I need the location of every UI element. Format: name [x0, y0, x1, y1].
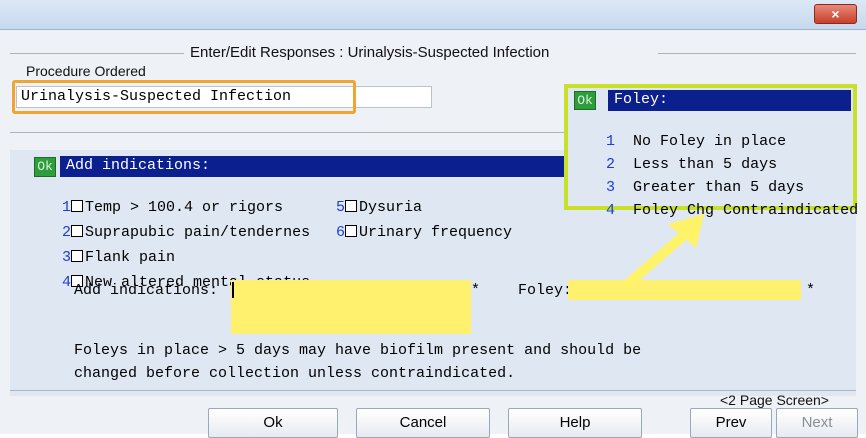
foley-popup-title: Foley:	[608, 90, 851, 111]
foley-popup-ok-tag[interactable]: Ok	[574, 91, 596, 110]
foley-label: Foley:	[518, 282, 573, 299]
foley-required-mark: *	[806, 282, 816, 299]
option-number: 4	[62, 274, 72, 291]
page-screen-indicator: <2 Page Screen>	[720, 392, 829, 408]
group-border-right	[658, 53, 856, 54]
close-window-button[interactable]: ×	[814, 4, 857, 24]
option-number: 6	[336, 224, 346, 241]
option-number: 4	[606, 202, 616, 219]
foley-option-4[interactable]: 4 Foley Chg Contraindicated	[588, 185, 858, 219]
indications-header-bar: Add indications:	[60, 156, 568, 177]
indications-ok-tag[interactable]: Ok	[34, 157, 56, 177]
group-border-left	[10, 53, 184, 54]
text-cursor	[232, 282, 234, 298]
close-icon: ×	[831, 6, 840, 22]
indication-option-6[interactable]: 6 Urinary frequency	[318, 207, 512, 241]
form-title: Enter/Edit Responses : Urinalysis-Suspec…	[186, 44, 554, 61]
footer-divider	[10, 390, 856, 391]
window-title-bar	[0, 0, 866, 30]
checkbox[interactable]	[345, 225, 358, 237]
add-indications-required-mark: *	[471, 282, 481, 299]
note-line-2: changed before collection unless contrai…	[74, 365, 516, 382]
add-indications-input[interactable]	[231, 280, 471, 300]
option-label: Urinary frequency	[359, 224, 513, 241]
option-label: Foley Chg Contraindicated	[633, 202, 859, 219]
note-line-1: Foleys in place > 5 days may have biofil…	[74, 342, 642, 359]
procedure-ordered-label: Procedure Ordered	[26, 63, 146, 79]
procedure-highlight-box	[12, 80, 356, 114]
add-indications-label: Add indications:	[74, 282, 219, 299]
add-indications-input-extension[interactable]	[231, 300, 471, 334]
